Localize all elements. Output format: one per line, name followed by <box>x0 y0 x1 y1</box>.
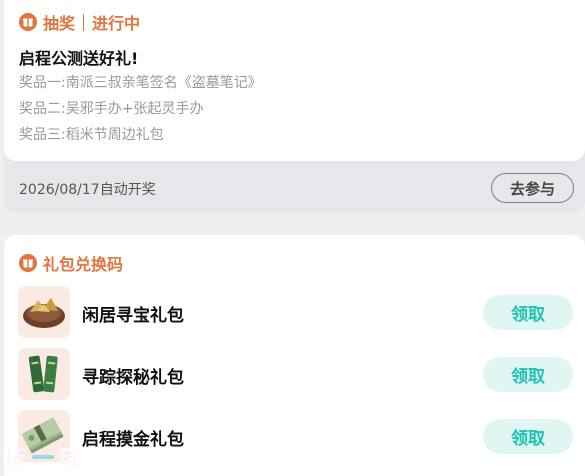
gift-name: 闲居寻宝礼包 <box>82 306 184 326</box>
prize-label: 奖品一: <box>19 75 66 91</box>
gift-box-icon <box>19 254 37 272</box>
lottery-title: 启程公测送好礼! <box>19 49 139 68</box>
lottery-card: 抽奖 进行中 启程公测送好礼! 奖品一:南派三叔亲笔签名《盗墓笔记》 奖品二:吴… <box>4 0 585 213</box>
gift-code-section-label: 礼包兑换码 <box>43 255 124 274</box>
gift-code-header: 礼包兑换码 <box>19 252 123 274</box>
treasure-pouch-icon <box>18 286 70 338</box>
claim-button[interactable]: 领取 <box>483 357 573 392</box>
svg-text:玩: 玩 <box>4 447 26 472</box>
svg-text:玩: 玩 <box>58 447 80 472</box>
prize-text: 吴邪手办+张起灵手办 <box>65 101 204 117</box>
prize-line: 奖品二:吴邪手办+张起灵手办 <box>19 98 203 118</box>
gift-name: 寻踪探秘礼包 <box>82 368 184 388</box>
claim-button[interactable]: 领取 <box>483 419 573 454</box>
lottery-body: 抽奖 进行中 启程公测送好礼! 奖品一:南派三叔亲笔签名《盗墓笔记》 奖品二:吴… <box>4 0 585 161</box>
green-scrolls-icon <box>18 348 70 400</box>
prize-text: 南派三叔亲笔签名《盗墓笔记》 <box>65 75 262 91</box>
prize-line: 奖品三:稻米节周边礼包 <box>19 124 164 144</box>
prize-line: 奖品一:南派三叔亲笔签名《盗墓笔记》 <box>19 72 262 92</box>
draw-date: 2026/08/17自动开奖 <box>19 182 156 198</box>
watermark-logo: 玩 玩 <box>2 441 102 473</box>
join-button[interactable]: 去参与 <box>491 173 574 203</box>
prize-label: 奖品二: <box>19 101 66 117</box>
prize-text: 稻米节周边礼包 <box>65 127 164 143</box>
lottery-header: 抽奖 进行中 <box>19 11 140 33</box>
gift-box-icon <box>19 13 37 31</box>
prize-label: 奖品三: <box>19 127 66 143</box>
lottery-section-label: 抽奖 <box>43 14 76 33</box>
lottery-status: 进行中 <box>92 14 141 33</box>
gift-code-card: 礼包兑换码 闲居寻宝礼包 领取 寻踪探秘礼包 领取 启程摸金礼包 领取 <box>4 235 585 476</box>
lottery-footer: 2026/08/17自动开奖 去参与 <box>4 161 585 213</box>
header-divider <box>83 13 85 31</box>
gift-row: 寻踪探秘礼包 领取 <box>4 348 585 402</box>
gift-row: 闲居寻宝礼包 领取 <box>4 286 585 340</box>
claim-button[interactable]: 领取 <box>483 295 573 330</box>
